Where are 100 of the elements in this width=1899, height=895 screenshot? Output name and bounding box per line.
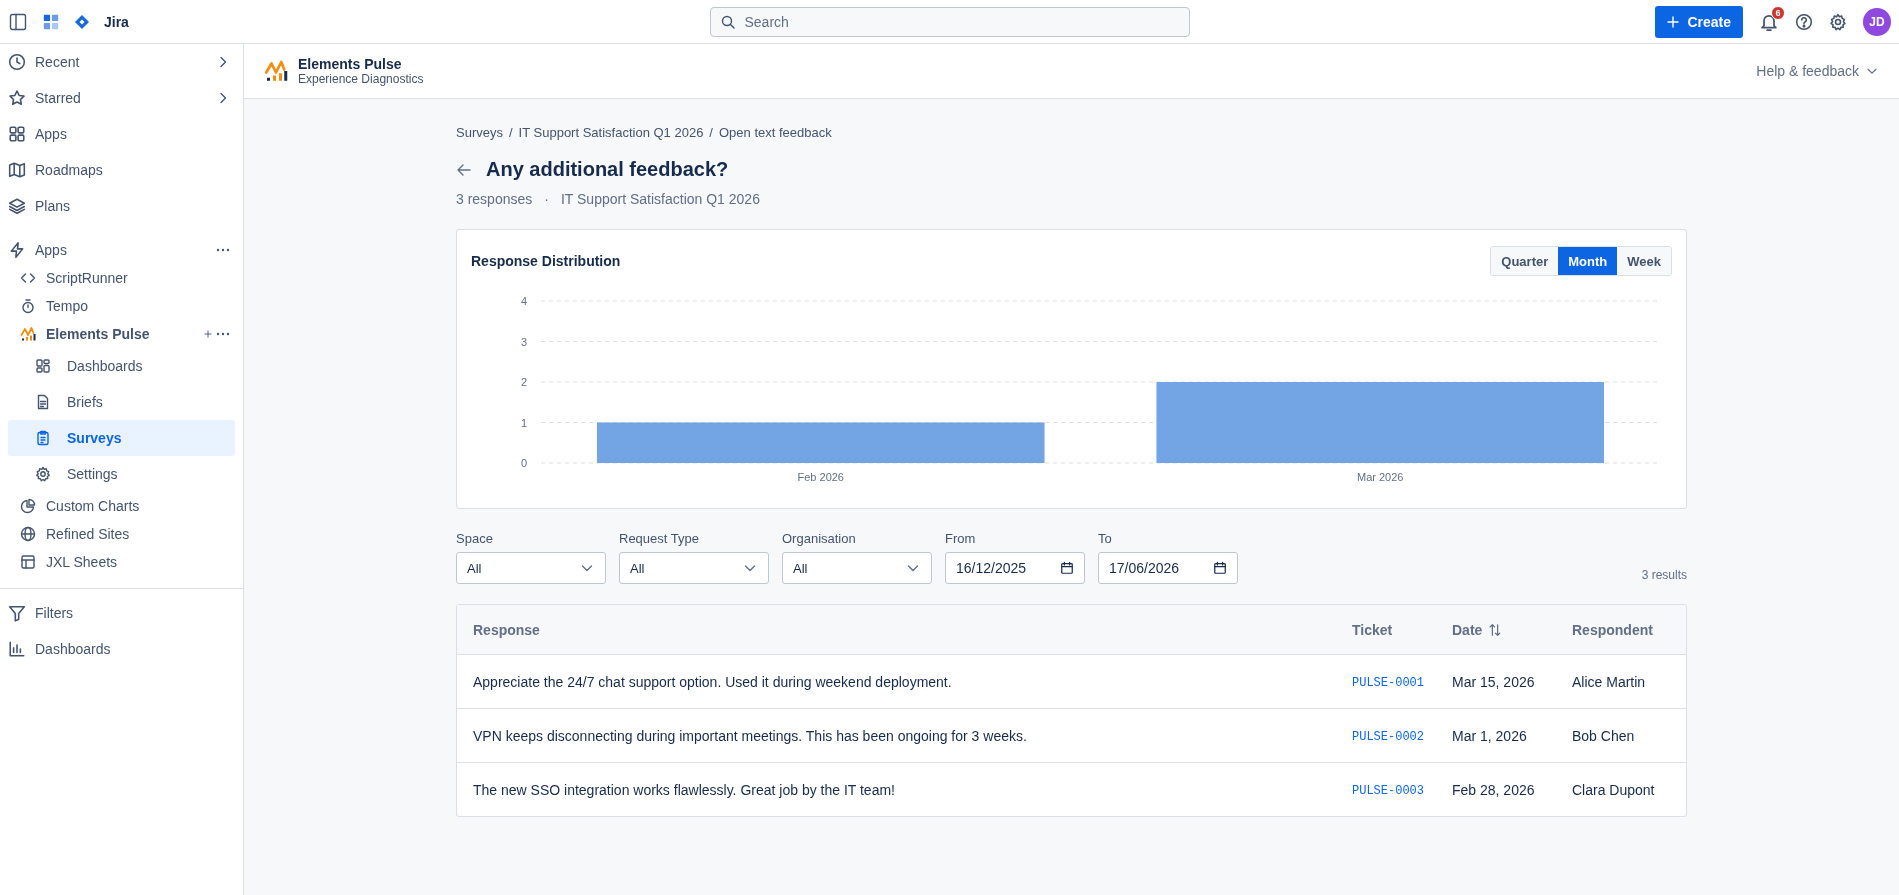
nav-item[interactable]: Starred <box>8 80 235 116</box>
table-cell-text: Appreciate the 24/7 chat support option. Used it during weekend deployment. <box>472 673 953 690</box>
axis-label: 3 <box>520 335 527 348</box>
table-cell-text: Mar 15, 2026 <box>1451 673 1536 690</box>
settings-icon <box>35 466 51 482</box>
pulse-logo-icon <box>264 59 288 83</box>
date-field[interactable]: 17/06/2026 <box>1098 552 1238 584</box>
sort-icon <box>1488 622 1503 637</box>
filter-label: Organisation <box>782 531 857 546</box>
globe-icon <box>20 526 36 542</box>
plus-icon <box>1665 13 1682 30</box>
diamond-logo-icon <box>74 13 90 30</box>
code-icon <box>20 270 36 286</box>
settings-icon[interactable] <box>1829 12 1847 31</box>
table-cell-text: Alice Martin <box>1571 673 1647 690</box>
table-cell-text: Clara Dupont <box>1571 781 1656 798</box>
bar-chart-icon <box>8 640 26 658</box>
dashboard-icon <box>35 358 51 374</box>
avatar[interactable]: JD <box>1863 7 1891 36</box>
axis-label: 4 <box>520 295 527 307</box>
calendar-icon <box>1213 561 1227 575</box>
nav-item[interactable]: Surveys <box>8 420 235 456</box>
layers-icon <box>8 197 26 215</box>
period-tab[interactable]: Month <box>1558 247 1618 275</box>
chart-title: Response Distribution <box>471 253 621 269</box>
table-cell-text: Feb 28, 2026 <box>1451 781 1536 798</box>
lightning-icon <box>8 241 26 259</box>
dropdown[interactable]: All <box>619 552 769 584</box>
app-name: Elements Pulse <box>298 56 403 72</box>
nav-item[interactable]: Filters <box>8 595 235 631</box>
app-grid-icon[interactable] <box>42 12 60 31</box>
meta-separator: · <box>544 191 549 207</box>
axis-label: 0 <box>520 457 527 469</box>
nav-item[interactable]: Tempo <box>8 292 235 320</box>
page-title: Any additional feedback? <box>486 158 729 181</box>
create-button[interactable]: Create <box>1655 5 1743 38</box>
calendar-icon <box>1060 561 1074 575</box>
nav-item[interactable]: Apps <box>8 116 235 152</box>
axis-label: 2 <box>520 376 527 388</box>
search-field[interactable]: Search <box>709 6 1190 37</box>
app-subtitle: Experience Diagnostics <box>298 72 424 86</box>
nav-item[interactable]: Dashboards <box>8 631 235 667</box>
nav-item[interactable]: Settings <box>8 456 235 492</box>
sidebar-toggle-icon[interactable] <box>8 11 28 32</box>
filter-label: Space <box>456 531 494 546</box>
breadcrumb-separator: / <box>508 125 513 140</box>
date-field[interactable]: 16/12/2025 <box>945 552 1085 584</box>
ticket-link[interactable]: PULSE-0002 <box>1352 730 1424 744</box>
filter-label: From <box>945 531 977 546</box>
column-header: Response <box>472 621 541 638</box>
axis-label: Mar 2026 <box>1357 471 1404 483</box>
plus-icon[interactable] <box>203 329 213 339</box>
nav-item[interactable]: Elements Pulse <box>8 320 235 348</box>
axis-label: Feb 2026 <box>797 471 844 483</box>
nav-item[interactable]: Dashboards <box>8 348 235 384</box>
filter-label: To <box>1098 531 1113 546</box>
response-count: 3 responses <box>456 191 533 207</box>
clipboard-icon <box>35 430 51 446</box>
dropdown[interactable]: All <box>782 552 932 584</box>
notification-badge: 6 <box>1771 5 1785 20</box>
table-icon <box>20 554 36 570</box>
breadcrumb-link[interactable]: Surveys <box>456 125 503 140</box>
period-tab[interactable]: Quarter <box>1491 247 1559 275</box>
star-icon <box>8 89 26 107</box>
breadcrumb-link[interactable]: IT Support Satisfaction Q1 2026 <box>518 125 704 140</box>
nav-item[interactable]: Roadmaps <box>8 152 235 188</box>
nav-item[interactable]: JXL Sheets <box>8 548 235 576</box>
search-icon <box>719 13 736 30</box>
nav-item[interactable]: Custom Charts <box>8 492 235 520</box>
column-header: Respondent <box>1571 621 1654 638</box>
map-icon <box>8 161 26 179</box>
nav-item[interactable]: Refined Sites <box>8 520 235 548</box>
nav-item[interactable]: ScriptRunner <box>8 264 235 292</box>
ticket-link[interactable]: PULSE-0001 <box>1352 676 1424 690</box>
table-cell-text: Bob Chen <box>1571 727 1636 744</box>
dropdown[interactable]: All <box>456 552 606 584</box>
period-tab[interactable]: Week <box>1617 247 1671 275</box>
product-name: Jira <box>104 13 129 30</box>
stopwatch-icon <box>20 298 36 314</box>
filter-label: Request Type <box>619 531 700 546</box>
breadcrumb-link[interactable]: Open text feedback <box>719 125 832 140</box>
grid-icon <box>8 125 26 143</box>
table-cell-text: The new SSO integration works flawlessly. Great job by the IT team! <box>472 781 896 798</box>
column-header[interactable]: Date <box>1436 621 1556 638</box>
table-cell-text: Mar 1, 2026 <box>1451 727 1528 744</box>
ticket-link[interactable]: PULSE-0003 <box>1352 784 1424 798</box>
nav-item[interactable]: Plans <box>8 188 235 224</box>
filter-icon <box>8 604 26 622</box>
document-icon <box>35 394 51 410</box>
breadcrumb-separator: / <box>709 125 713 140</box>
clock-icon <box>8 53 26 71</box>
axis-label: 1 <box>520 416 527 429</box>
table-cell-text: VPN keeps disconnecting during important meetings. This has been ongoing for 3 weeks. <box>472 727 1028 744</box>
section-header[interactable]: Apps <box>8 236 235 264</box>
nav-item[interactable]: Briefs <box>8 384 235 420</box>
nav-item[interactable]: Recent <box>8 44 235 80</box>
help-icon[interactable] <box>1795 12 1813 31</box>
help-feedback-button[interactable]: Help & feedback <box>1752 59 1883 83</box>
results-count: 3 results <box>1641 568 1687 582</box>
pie-chart-icon <box>20 498 36 514</box>
